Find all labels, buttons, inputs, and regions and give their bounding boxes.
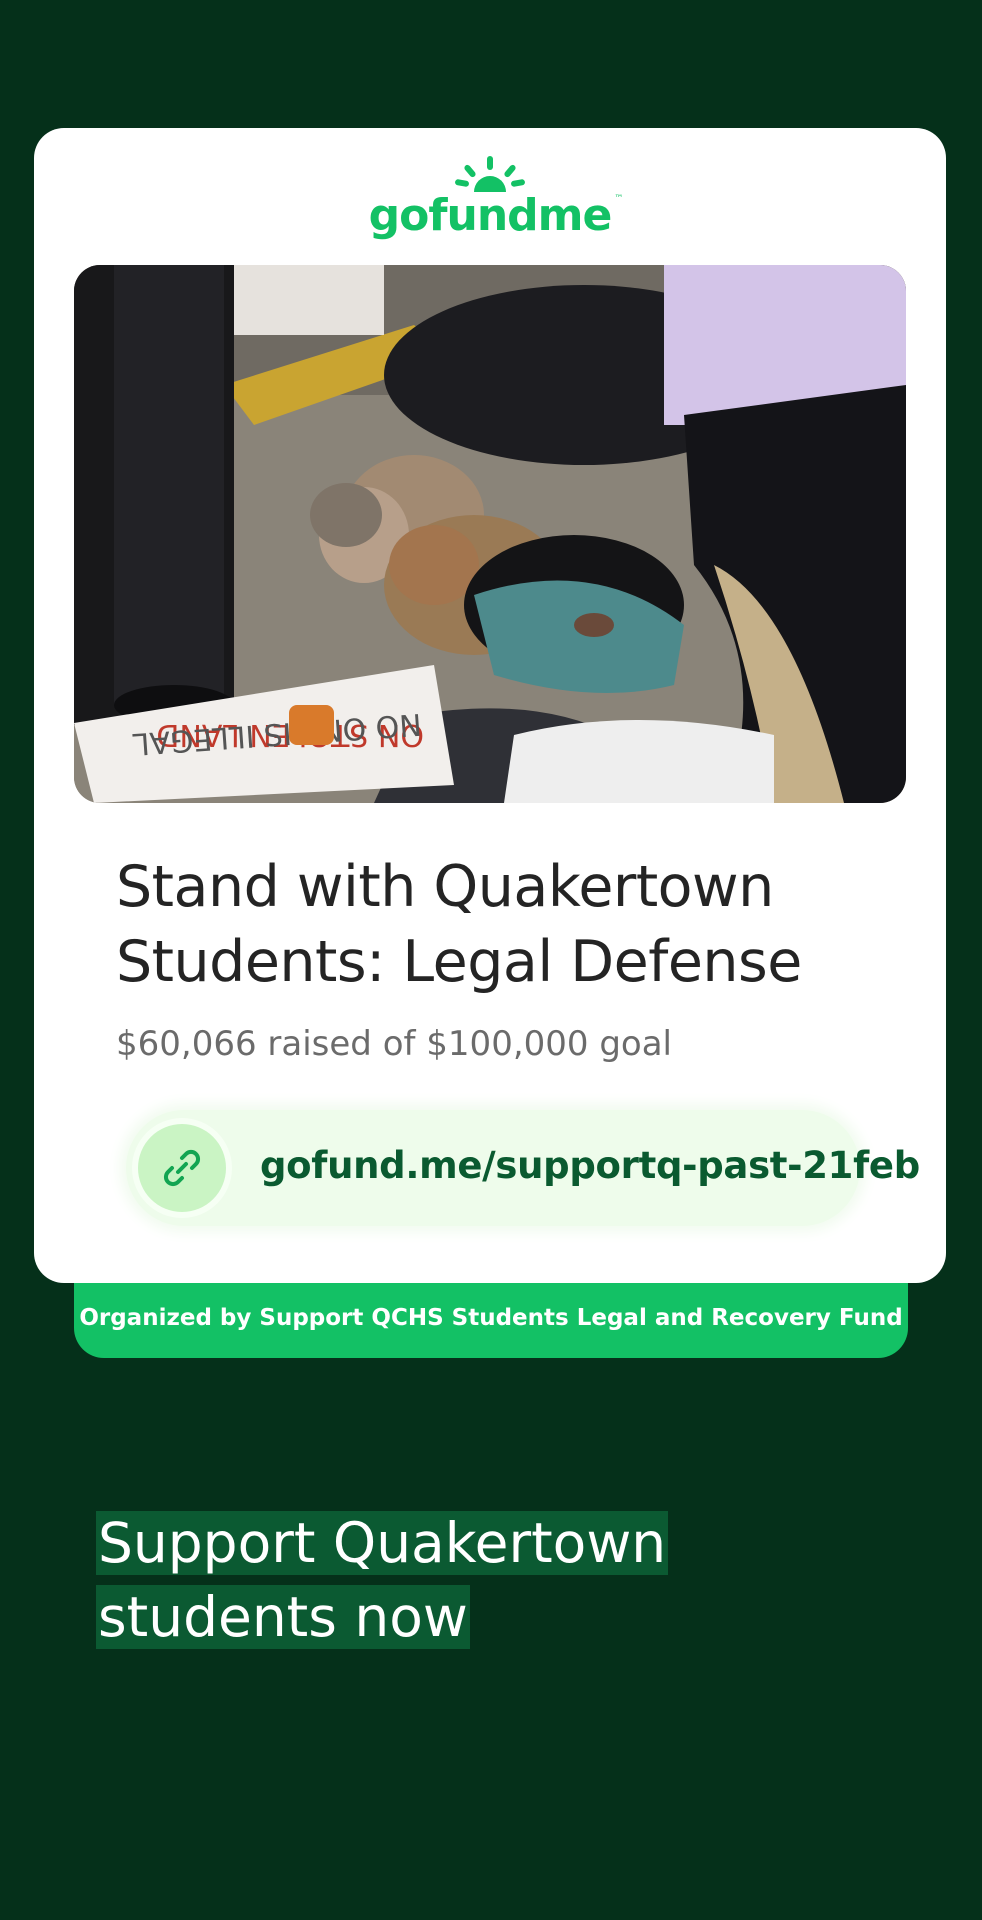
logo-text: gofundme ™	[368, 190, 624, 241]
logo-trademark: ™	[614, 194, 624, 204]
headline-line-2: students now	[96, 1585, 470, 1649]
fundraiser-card[interactable]: gofundme™ ON STOLEN LAND	[34, 128, 946, 1283]
raised-of: of	[382, 1024, 416, 1064]
support-headline: Support Quakertown students now	[96, 1506, 669, 1654]
share-link[interactable]: gofund.me/supportq-past-21feb	[126, 1110, 920, 1226]
campaign-title-line-2: Students: Legal Defense	[116, 929, 802, 995]
campaign-photo-image: ON STOLEN LAND NO ONE IS ILLEGAL	[74, 265, 906, 803]
logo-wordmark: gofundme	[368, 190, 613, 241]
goal-value: $100,000 goal	[426, 1024, 672, 1064]
link-icon	[138, 1124, 226, 1212]
raised-amount: $60,066 raised of $100,000 goal	[116, 1024, 672, 1064]
campaign-title[interactable]: Stand with Quakertown Students: Legal De…	[116, 850, 896, 1000]
headline-line-1: Support Quakertown	[96, 1511, 669, 1575]
organizer-text: Organized by Support QCHS Students Legal…	[79, 1305, 903, 1331]
gofundme-logo: gofundme ™	[34, 156, 946, 246]
campaign-photo[interactable]: ON STOLEN LAND NO ONE IS ILLEGAL	[74, 265, 906, 803]
share-link-url[interactable]: gofund.me/supportq-past-21feb	[260, 1144, 920, 1187]
gofundme-sun-icon	[455, 156, 525, 192]
campaign-title-line-1: Stand with Quakertown	[116, 854, 774, 920]
raised-value: $60,066 raised	[116, 1024, 372, 1064]
